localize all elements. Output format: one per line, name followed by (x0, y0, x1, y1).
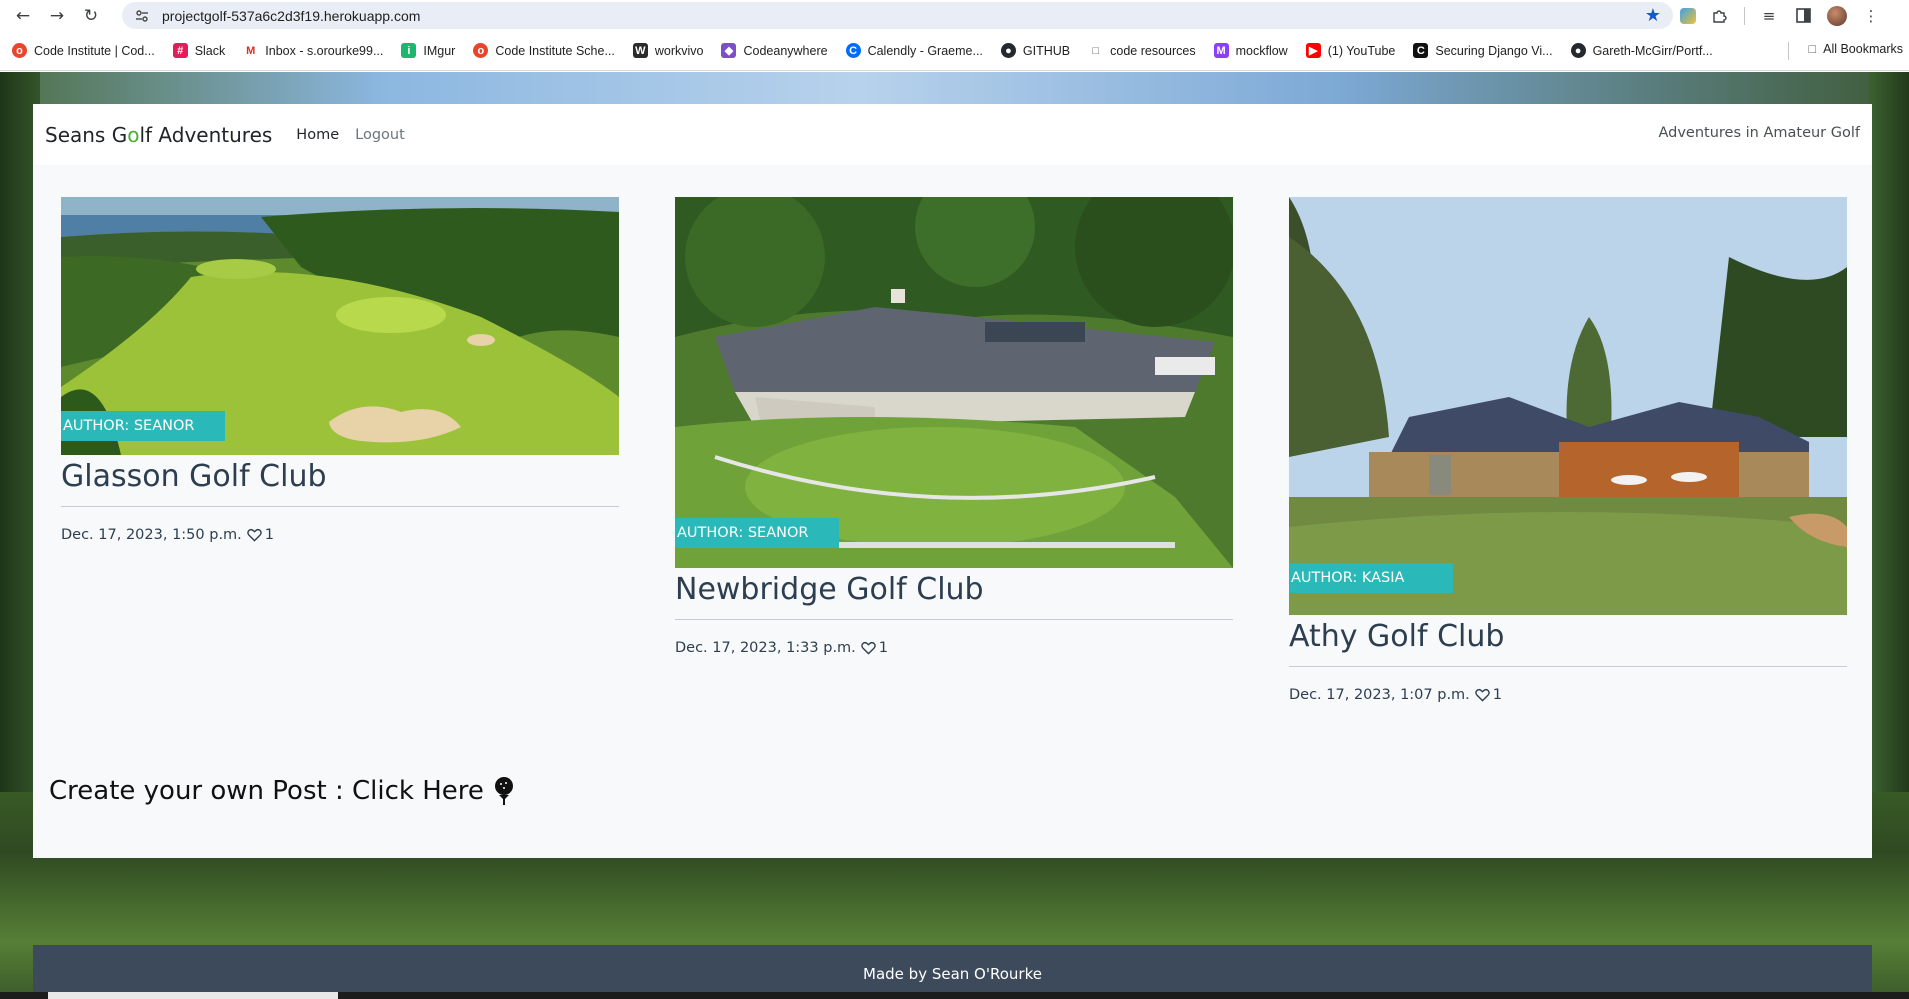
address-bar[interactable]: projectgolf-537a6c2d3f19.herokuapp.com ★ (122, 2, 1673, 29)
bookmark-item[interactable]: Mmockflow (1213, 43, 1288, 58)
folder-icon: □ (1092, 44, 1099, 57)
post-meta: Dec. 17, 2023, 1:07 p.m. 1 (1289, 687, 1847, 703)
bookmark-item[interactable]: ● Gareth-McGirr/Portf... (1570, 43, 1713, 58)
bookmark-item[interactable]: C Securing Django Vi... (1413, 43, 1553, 58)
side-panel-icon[interactable] (1793, 6, 1813, 26)
code-institute-icon: o (473, 43, 489, 58)
background-trees-right (1869, 72, 1909, 792)
bookmark-item[interactable]: i IMgur (401, 43, 455, 58)
mockflow-icon: M (1213, 43, 1229, 58)
bookmark-item[interactable]: o Code Institute Sche... (473, 43, 615, 58)
site-info-icon[interactable] (131, 5, 153, 27)
post-card[interactable]: AUTHOR: SEANOR Newbridge Golf Club Dec. … (675, 197, 1233, 656)
post-card[interactable]: AUTHOR: SEANOR Glasson Golf Club Dec. 17… (61, 197, 619, 543)
post-date: Dec. 17, 2023, 1:07 p.m. (1289, 687, 1470, 703)
site-brand[interactable]: Seans Golf Adventures (45, 123, 272, 147)
post-image[interactable]: AUTHOR: SEANOR (61, 197, 619, 455)
site-footer: Made by Sean O'Rourke (33, 945, 1872, 999)
toolbar-divider (1744, 6, 1745, 25)
author-badge: AUTHOR: SEANOR (675, 518, 839, 548)
post-title[interactable]: Newbridge Golf Club (675, 572, 1233, 607)
heart-icon (1475, 688, 1490, 702)
bookmark-star-icon[interactable]: ★ (1645, 5, 1661, 26)
folder-icon: □ (1808, 42, 1817, 56)
post-divider (61, 506, 619, 507)
back-button[interactable]: ← (6, 0, 40, 31)
bookmark-item[interactable]: C Calendly - Graeme... (845, 43, 983, 58)
bookmark-item[interactable]: Wworkvivo (632, 43, 703, 58)
bookmark-item[interactable]: ● GITHUB (1000, 43, 1070, 58)
imgur-icon: i (401, 43, 417, 58)
bookmark-item[interactable]: □ code resources (1088, 43, 1195, 58)
post-card[interactable]: AUTHOR: KASIA Athy Golf Club Dec. 17, 20… (1289, 197, 1847, 703)
post-meta: Dec. 17, 2023, 1:33 p.m. 1 (675, 640, 1233, 656)
bookmark-item[interactable]: o Code Institute | Cod... (12, 43, 155, 58)
gmail-icon: M (243, 43, 259, 58)
nav-home-link[interactable]: Home (296, 127, 339, 143)
create-post-link[interactable]: Create your own Post : Click Here (49, 776, 516, 806)
code-institute-icon: o (12, 43, 27, 58)
profile-avatar[interactable] (1827, 5, 1847, 26)
nav-logout-link[interactable]: Logout (355, 127, 405, 143)
footer-credit: Made by Sean O'Rourke (863, 965, 1042, 983)
browser-extensions: ≡ ⋮ (1680, 0, 1909, 31)
workvivo-icon: W (632, 43, 648, 58)
like-count: 1 (878, 640, 889, 656)
heart-icon (247, 528, 262, 542)
bookmark-item[interactable]: M Inbox - s.orourke99... (243, 43, 383, 58)
codeanywhere-icon: ◆ (721, 43, 737, 58)
reload-icon: ↻ (83, 5, 99, 26)
arrow-right-icon: → (49, 5, 65, 26)
bookmark-item[interactable]: ▶ (1) YouTube (1305, 43, 1395, 58)
like-count: 1 (264, 527, 275, 543)
browser-toolbar: ← → ↻ projectgolf-537a6c2d3f19.herokuapp… (0, 0, 1909, 31)
post-image[interactable]: AUTHOR: SEANOR (675, 197, 1233, 568)
github-icon: ● (1570, 43, 1586, 58)
post-date: Dec. 17, 2023, 1:50 p.m. (61, 527, 242, 543)
reading-list-icon[interactable]: ≡ (1759, 6, 1779, 26)
post-image[interactable]: AUTHOR: KASIA (1289, 197, 1847, 615)
slack-icon: # (172, 43, 188, 58)
athy-clubhouse-photo (1289, 197, 1847, 615)
bookmark-c-icon: C (1413, 43, 1429, 58)
forward-button[interactable]: → (40, 0, 74, 31)
like-count: 1 (1492, 687, 1503, 703)
post-meta: Dec. 17, 2023, 1:50 p.m. 1 (61, 527, 619, 543)
author-badge: AUTHOR: SEANOR (61, 411, 225, 441)
calendly-icon: C (845, 43, 861, 58)
all-bookmarks-button[interactable]: □ All Bookmarks (1809, 42, 1903, 56)
clubhouse-photo (675, 197, 1233, 568)
post-title[interactable]: Athy Golf Club (1289, 619, 1847, 654)
post-divider (1289, 666, 1847, 667)
background-sky (0, 72, 1909, 104)
url-text[interactable]: projectgolf-537a6c2d3f19.herokuapp.com (162, 8, 420, 24)
bookmarks-divider (1788, 42, 1789, 60)
author-badge: AUTHOR: KASIA (1289, 563, 1453, 593)
bookmark-item[interactable]: ◆ Codeanywhere (721, 43, 828, 58)
site-navbar: Seans Golf Adventures Home Logout Advent… (33, 104, 1872, 165)
menu-kebab-icon[interactable]: ⋮ (1861, 6, 1881, 26)
bookmark-item[interactable]: # Slack (172, 43, 225, 58)
extensions-puzzle-icon[interactable] (1710, 6, 1730, 26)
github-icon: ● (1000, 43, 1016, 58)
bookmarks-bar: o Code Institute | Cod... # Slack M Inbox -… (0, 31, 1909, 71)
youtube-icon: ▶ (1305, 43, 1321, 58)
reload-button[interactable]: ↻ (74, 0, 108, 31)
heart-icon (861, 641, 876, 655)
post-date: Dec. 17, 2023, 1:33 p.m. (675, 640, 856, 656)
taskbar-window[interactable] (48, 992, 338, 999)
arrow-left-icon: ← (15, 5, 31, 26)
post-title[interactable]: Glasson Golf Club (61, 459, 619, 494)
main-content: Seans Golf Adventures Home Logout Advent… (33, 104, 1872, 858)
site-tagline: Adventures in Amateur Golf (1658, 125, 1860, 141)
extension-icon[interactable] (1680, 7, 1696, 24)
post-divider (675, 619, 1233, 620)
golf-ball-tee-icon (492, 776, 516, 806)
